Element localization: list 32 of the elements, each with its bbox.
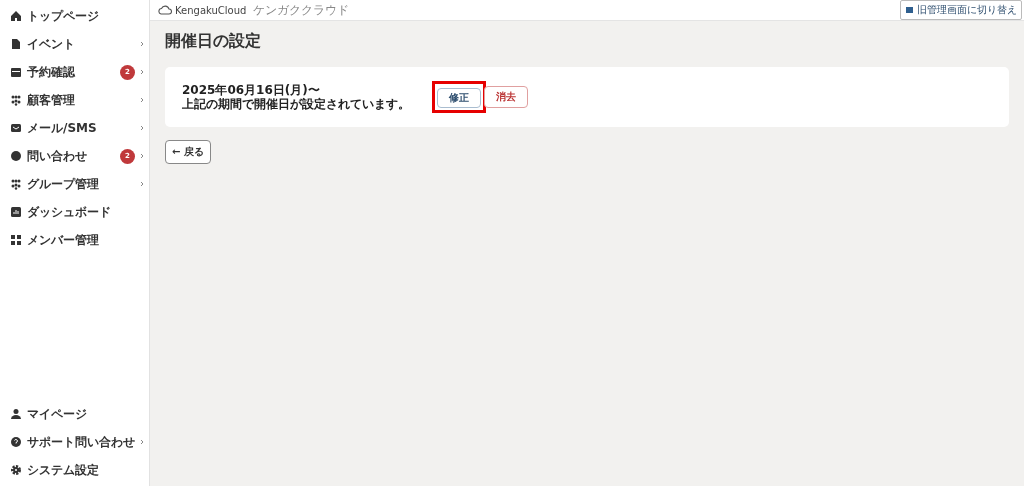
chart-icon bbox=[10, 206, 22, 218]
date-range-text: 2025年06月16日(月)〜 bbox=[182, 83, 321, 97]
people-icon bbox=[10, 178, 22, 190]
back-button[interactable]: ← 戻る bbox=[165, 140, 211, 164]
document-icon bbox=[10, 38, 22, 50]
settings-icon bbox=[10, 464, 22, 476]
help-icon bbox=[10, 436, 22, 448]
grid-icon bbox=[10, 234, 22, 246]
sidebar-item[interactable]: メール/SMS bbox=[0, 114, 149, 142]
window-icon bbox=[905, 6, 914, 14]
sidebar-item[interactable]: システム設定 bbox=[0, 456, 149, 484]
status-message: 上記の期間で開催日が設定されています。 bbox=[182, 97, 411, 111]
home-icon bbox=[10, 10, 22, 22]
cloud-logo-icon bbox=[158, 5, 172, 15]
switch-admin-button[interactable]: 旧管理画面に切り替え bbox=[900, 0, 1022, 20]
mail-icon bbox=[10, 122, 22, 134]
sidebar-item[interactable]: グループ管理 bbox=[0, 170, 149, 198]
user-icon bbox=[10, 408, 22, 420]
sidebar-item[interactable]: サポート問い合わせ bbox=[0, 428, 149, 456]
delete-button[interactable]: 消去 bbox=[484, 86, 528, 108]
edit-button[interactable]: 修正 bbox=[437, 88, 481, 108]
sidebar-item[interactable]: ダッシュボード bbox=[0, 198, 149, 226]
sidebar-item[interactable]: メンバー管理 bbox=[0, 226, 149, 254]
logo-text: KengakuCloud bbox=[175, 4, 247, 16]
people-icon bbox=[10, 94, 22, 106]
logo-subtitle: ケンガククラウド bbox=[253, 1, 350, 19]
sidebar-item[interactable]: トップページ bbox=[0, 2, 149, 30]
sidebar-item[interactable]: イベント bbox=[0, 30, 149, 58]
page-title: 開催日の設定 bbox=[165, 31, 262, 52]
sidebar-item[interactable]: 顧客管理 bbox=[0, 86, 149, 114]
calendar-icon bbox=[10, 66, 22, 78]
sidebar-item[interactable]: マイページ bbox=[0, 400, 149, 428]
